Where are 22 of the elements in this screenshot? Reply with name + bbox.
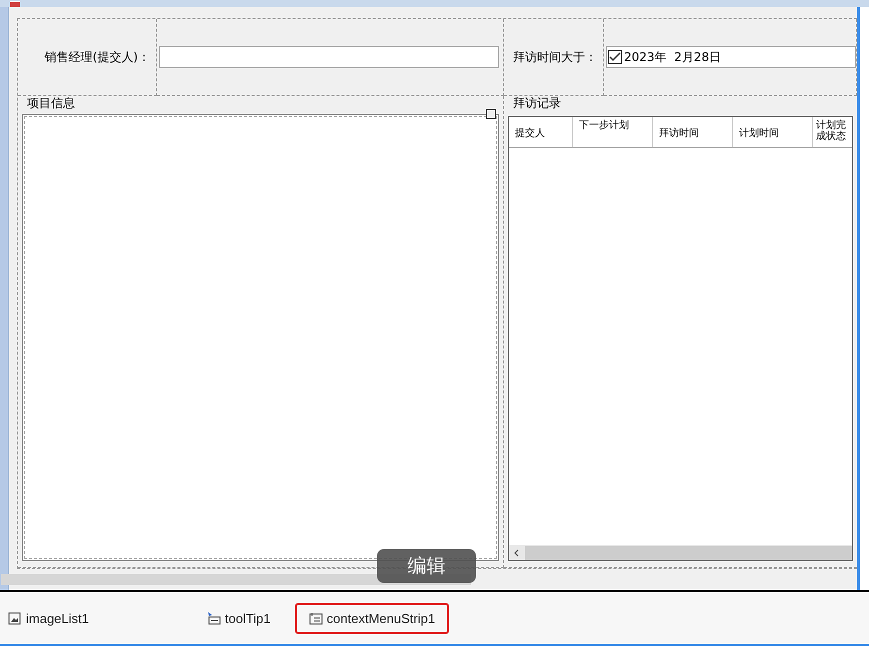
image-list-icon bbox=[8, 612, 22, 624]
manager-label: 销售经理(提交人)： bbox=[44, 48, 150, 66]
column-header[interactable]: 下一步计划 bbox=[573, 117, 653, 147]
visit-date-label: 拜访时间大于： bbox=[513, 48, 597, 66]
horizontal-scrollbar[interactable] bbox=[509, 545, 852, 560]
manager-input[interactable] bbox=[159, 46, 499, 68]
tooltip: 编辑 bbox=[377, 549, 476, 583]
tray-component[interactable]: contextMenuStrip1 bbox=[294, 602, 450, 634]
form-icon bbox=[10, 1, 20, 7]
group-title: 项目信息 bbox=[26, 96, 76, 110]
column-header[interactable]: 提交人 bbox=[509, 117, 573, 147]
column-header[interactable]: 拜访时间 bbox=[653, 117, 733, 147]
column-header[interactable]: 计划完成状态 bbox=[813, 117, 852, 147]
menu-icon bbox=[308, 612, 323, 624]
smart-tag-icon[interactable] bbox=[486, 109, 496, 119]
tooltip-icon bbox=[206, 612, 221, 624]
column-header[interactable]: 计划时间 bbox=[733, 117, 813, 147]
group-title: 拜访记录 bbox=[512, 96, 562, 110]
visit-date-picker[interactable]: 2023年 2月28日 bbox=[606, 46, 856, 68]
tray-component[interactable]: imageList1 bbox=[6, 602, 103, 634]
tray-component[interactable]: toolTip1 bbox=[192, 602, 285, 634]
date-checkbox[interactable] bbox=[608, 50, 622, 64]
